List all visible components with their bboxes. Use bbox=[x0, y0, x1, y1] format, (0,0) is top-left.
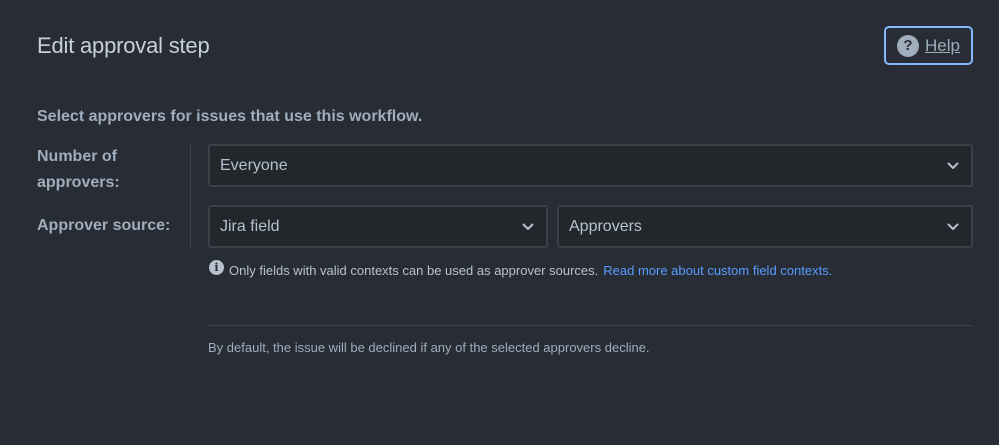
help-button[interactable]: ? Help bbox=[884, 26, 973, 65]
edit-approval-step-page: Edit approval step ? Help Select approve… bbox=[0, 0, 999, 445]
question-mark-icon: ? bbox=[897, 34, 920, 57]
help-button-label: Help bbox=[925, 35, 960, 55]
info-icon: i bbox=[209, 260, 224, 275]
chevron-down-icon bbox=[945, 219, 961, 235]
number-of-approvers-label-line1: Number of bbox=[37, 148, 117, 165]
approver-source-type-select[interactable]: Jira field bbox=[208, 205, 548, 248]
chevron-down-icon bbox=[945, 158, 961, 174]
custom-field-contexts-link[interactable]: Read more about custom field contexts. bbox=[603, 263, 832, 278]
info-text: Only fields with valid contexts can be u… bbox=[229, 263, 599, 278]
label-divider bbox=[190, 144, 191, 248]
page-title: Edit approval step bbox=[37, 33, 210, 58]
intro-text: Select approvers for issues that use thi… bbox=[37, 108, 423, 125]
chevron-down-icon bbox=[520, 219, 536, 235]
number-of-approvers-label: Number of approvers: bbox=[37, 144, 120, 196]
info-message: i Only fields with valid contexts can be… bbox=[209, 260, 832, 278]
approver-source-label: Approver source: bbox=[37, 217, 171, 234]
decline-behavior-note: By default, the issue will be declined i… bbox=[208, 340, 650, 355]
section-divider bbox=[208, 325, 973, 326]
approver-field-value: Approvers bbox=[569, 217, 642, 235]
number-of-approvers-label-line2: approvers: bbox=[37, 174, 120, 191]
approver-field-select[interactable]: Approvers bbox=[557, 205, 973, 248]
number-of-approvers-select[interactable]: Everyone bbox=[208, 144, 973, 187]
approver-source-type-value: Jira field bbox=[220, 217, 280, 235]
number-of-approvers-value: Everyone bbox=[220, 156, 288, 174]
